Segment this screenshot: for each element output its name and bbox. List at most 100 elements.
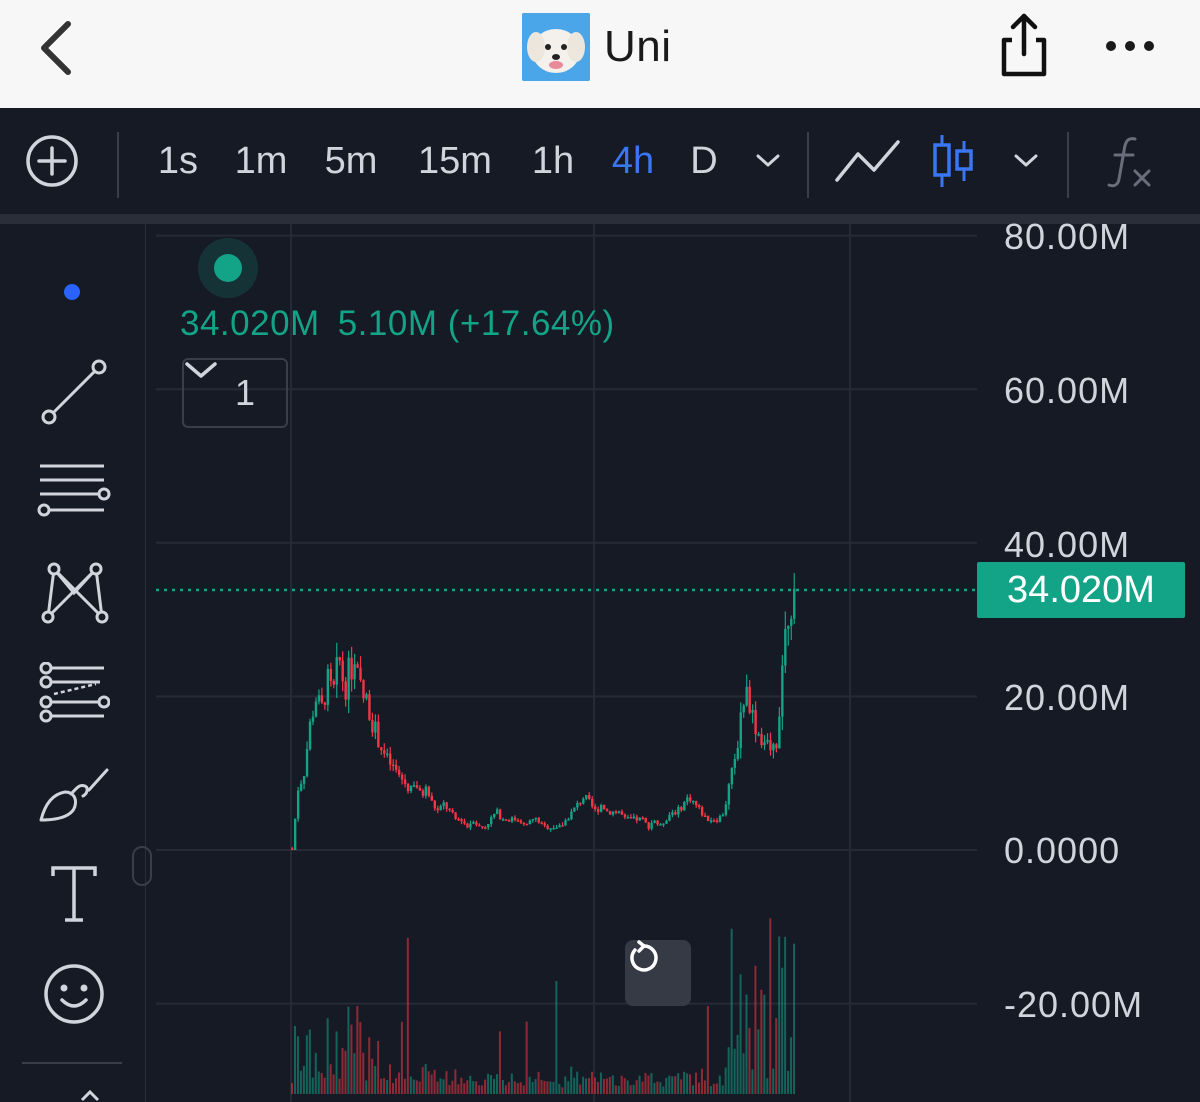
active-indicator-dot [64,284,80,300]
candle-body [754,709,757,735]
candle-body [573,807,576,812]
volume-bar [400,1021,403,1094]
candle-body [730,767,734,785]
interval-1h[interactable]: 1h [524,108,582,214]
brush-tool[interactable] [24,754,124,834]
chart-area[interactable]: 80.00M 60.00M 40.00M 20.00M 0.0000 -20.0… [156,216,1200,1102]
candle-body [359,667,362,681]
candle-body [588,795,591,799]
volume-bar [519,1082,522,1094]
candle-body [448,808,451,811]
line-chart-button[interactable] [832,108,904,214]
candle-body [540,822,543,825]
share-button[interactable] [996,10,1052,82]
candle-body [614,811,618,814]
candlestick-chart-icon [933,135,973,187]
candle-body [293,818,297,851]
pattern-icon [41,562,109,624]
candle-body [644,817,647,823]
more-tools-icon[interactable] [80,1088,100,1102]
candle-body [389,753,392,765]
interval-1m[interactable]: 1m [226,108,296,214]
candle-body [421,790,425,796]
candle-body [472,822,475,824]
volume-bar [531,1081,534,1094]
chart-type-dropdown-button[interactable] [1006,108,1046,214]
interval-d[interactable]: D [684,108,724,214]
candle-body [555,827,558,829]
indicators-button[interactable] [1100,108,1160,214]
volume-bar [793,943,796,1094]
more-options-button[interactable] [1100,28,1160,64]
interval-5m[interactable]: 5m [316,108,386,214]
reset-chart-button[interactable] [625,940,691,1006]
interval-1s[interactable]: 1s [150,108,206,214]
volume-bar [591,1071,594,1094]
add-icon [26,135,78,187]
candle-body [475,822,478,825]
chevron-down-icon [1014,154,1038,167]
volume-bar [760,989,763,1094]
candle-body [748,686,751,713]
volume-bar [522,1085,525,1094]
pattern-tool[interactable] [24,552,124,632]
candle-body [507,820,511,822]
volume-bar [668,1075,671,1094]
volume-bar [778,936,781,1094]
candle-body [585,795,588,799]
candle-body [522,822,526,825]
dog-avatar-icon [522,13,590,81]
candle-body [344,681,347,700]
legend-change: 5.10M (+17.64%) [337,304,615,343]
candle-body [439,805,442,811]
trend-line-tool[interactable] [24,352,124,432]
indicator-count: 1 [234,372,256,413]
volume-bar [454,1069,457,1094]
candle-body [668,814,671,821]
emoji-tool[interactable] [24,954,124,1034]
volume-bar [371,1058,374,1094]
interval-dropdown-button[interactable] [748,108,788,214]
candle-body [308,721,312,750]
interval-4h[interactable]: 4h [603,108,663,214]
volume-bar [724,1067,727,1094]
volume-bar [427,1071,430,1094]
legend-collapse-button[interactable]: 1 [182,358,288,428]
volume-bar [332,1074,335,1094]
candle-body [787,625,790,629]
volume-bar [585,1078,588,1094]
candle-body [766,739,769,743]
candle-body [591,798,594,807]
interval-15m[interactable]: 15m [408,108,502,214]
share-icon [1001,13,1047,77]
candlestick-chart-button[interactable] [926,108,980,214]
volume-bar [406,937,409,1094]
volume-bar [748,1028,751,1094]
volume-bar [674,1076,677,1094]
candle-body [296,790,300,819]
horizontal-lines-tool[interactable] [24,452,124,532]
dot-icon [1125,41,1135,51]
add-indicator-button[interactable] [20,108,84,214]
volume-bar [706,1006,709,1094]
current-price-badge: 34.020M [977,562,1185,618]
volume-bar [576,1071,579,1094]
interval-label: 1m [234,139,288,182]
text-tool[interactable] [24,854,124,934]
volume-bar [790,1037,793,1094]
back-button[interactable] [30,16,80,80]
live-status-icon [198,238,258,298]
volume-bar [433,1069,436,1094]
volume-bar [745,994,748,1094]
tools-scrollbar[interactable] [132,846,152,886]
volume-bar [626,1080,629,1094]
top-nav-bar: Uni [0,0,1200,108]
candle-body [516,820,520,822]
volume-bar [573,1077,576,1094]
candle-body [534,817,537,820]
fib-retracement-tool[interactable] [24,654,124,734]
volume-bar [736,1034,739,1094]
candle-body [653,820,656,823]
volume-bar [377,1040,380,1094]
volume-bar [763,994,766,1094]
